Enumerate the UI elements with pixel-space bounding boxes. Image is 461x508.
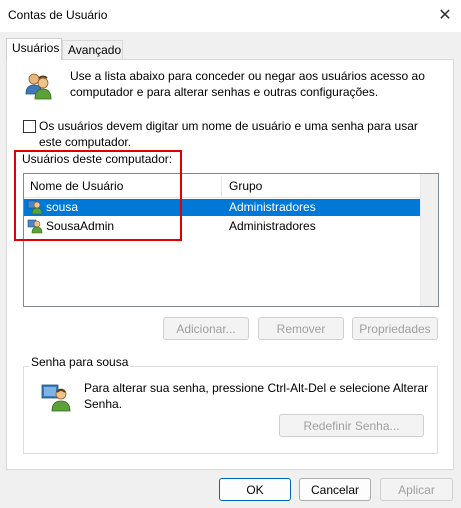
column-header-group[interactable]: Grupo: [229, 174, 262, 198]
row-group: Administradores: [229, 219, 316, 233]
user-password-icon: [40, 381, 72, 413]
require-password-checkbox[interactable]: [23, 120, 36, 133]
listview-scrollbar[interactable]: [420, 174, 438, 306]
ok-button[interactable]: OK: [219, 478, 291, 501]
window-title: Contas de Usuário: [8, 8, 108, 22]
close-icon[interactable]: ✕: [432, 2, 458, 28]
properties-button[interactable]: Propriedades: [352, 317, 438, 340]
tab-usuarios[interactable]: Usuários: [6, 38, 62, 60]
tab-avancado[interactable]: Avançado: [62, 40, 123, 60]
apply-button[interactable]: Aplicar: [380, 478, 453, 501]
column-separator[interactable]: [221, 176, 222, 196]
intro-text: Use a lista abaixo para conceder ou nega…: [70, 69, 425, 99]
cancel-button[interactable]: Cancelar: [299, 478, 371, 501]
tab-label: Avançado: [68, 43, 122, 57]
highlight-box: [14, 150, 182, 241]
tab-label: Usuários: [12, 41, 60, 55]
password-group-label: Senha para sousa: [29, 355, 131, 369]
password-group-text: Para alterar sua senha, pressione Ctrl-A…: [84, 381, 429, 411]
remove-user-button[interactable]: Remover: [258, 317, 344, 340]
users-icon: [22, 70, 54, 102]
add-user-button[interactable]: Adicionar...: [163, 317, 249, 340]
require-password-label: Os usuários devem digitar um nome de usu…: [39, 119, 418, 149]
row-group: Administradores: [229, 200, 316, 214]
reset-password-button[interactable]: Redefinir Senha...: [279, 414, 424, 437]
